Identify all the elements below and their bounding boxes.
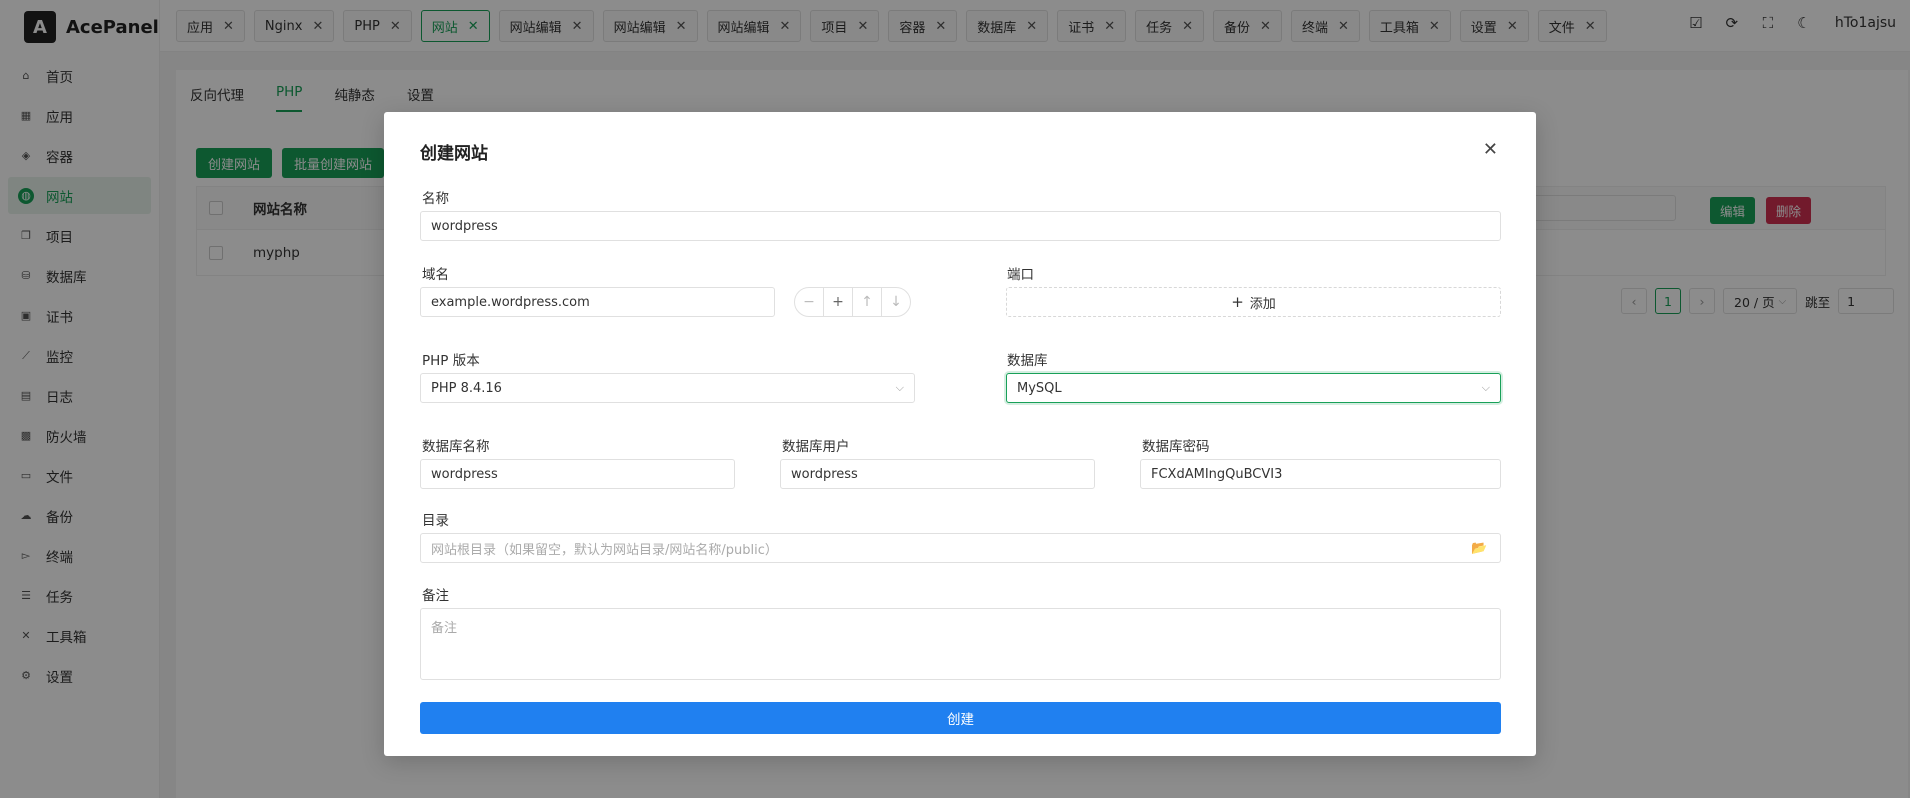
db-password-input[interactable]: FCXdAMIngQuBCVI3 xyxy=(1140,459,1501,489)
add-port-button[interactable]: + 添加 xyxy=(1006,287,1501,317)
folder-open-icon[interactable]: 📂 xyxy=(1459,533,1501,563)
database-value: MySQL xyxy=(1017,380,1062,396)
port-label: 端口 xyxy=(1007,267,1034,283)
db-user-label: 数据库用户 xyxy=(782,439,850,455)
create-submit-button[interactable]: 创建 xyxy=(420,702,1501,734)
move-down-button[interactable]: ↓ xyxy=(881,287,911,317)
db-user-input[interactable]: wordpress xyxy=(780,459,1095,489)
name-input[interactable]: wordpress xyxy=(420,211,1501,241)
close-icon[interactable]: ✕ xyxy=(1483,139,1498,160)
remove-domain-button[interactable]: − xyxy=(794,287,824,317)
directory-input[interactable]: 网站根目录（如果留空，默认为网站目录/网站名称/public） xyxy=(420,533,1460,563)
note-textarea[interactable]: 备注 xyxy=(420,608,1501,680)
add-port-label: 添加 xyxy=(1249,296,1276,312)
database-select[interactable]: MySQL ⌵ xyxy=(1006,373,1501,403)
move-up-button[interactable]: ↑ xyxy=(852,287,882,317)
add-domain-button[interactable]: + xyxy=(823,287,853,317)
chevron-down-icon: ⌵ xyxy=(1481,381,1490,394)
dialog-title: 创建网站 xyxy=(420,144,488,164)
plus-icon: + xyxy=(1231,293,1244,311)
database-label: 数据库 xyxy=(1007,353,1048,369)
php-version-value: PHP 8.4.16 xyxy=(431,380,502,396)
db-name-label: 数据库名称 xyxy=(422,439,490,455)
db-password-label: 数据库密码 xyxy=(1142,439,1210,455)
db-name-input[interactable]: wordpress xyxy=(420,459,735,489)
note-label: 备注 xyxy=(422,588,449,604)
domain-label: 域名 xyxy=(422,267,449,283)
php-version-select[interactable]: PHP 8.4.16 ⌵ xyxy=(420,373,915,403)
chevron-down-icon: ⌵ xyxy=(895,381,904,394)
create-website-dialog: 创建网站 ✕ 名称 wordpress 域名 example.wordpress… xyxy=(384,112,1536,756)
php-version-label: PHP 版本 xyxy=(422,353,480,369)
directory-label: 目录 xyxy=(422,513,449,529)
name-label: 名称 xyxy=(422,191,449,207)
domain-input[interactable]: example.wordpress.com xyxy=(420,287,775,317)
